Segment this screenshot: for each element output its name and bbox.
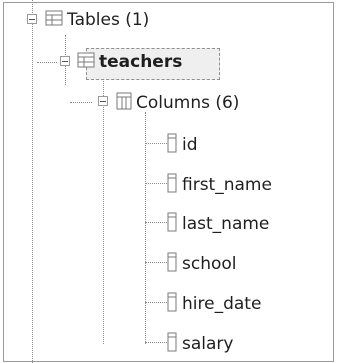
tree-guide-line [145, 183, 167, 184]
tree-node-column[interactable]: hire_date [166, 292, 261, 316]
tree-node-label: Tables (1) [67, 10, 150, 30]
tree-guide-line [145, 342, 167, 343]
collapse-teachers-toggle[interactable] [60, 56, 70, 66]
tree-guide-line [32, 0, 33, 363]
tree-node-tables[interactable]: Tables (1) [45, 10, 149, 30]
tree-node-column[interactable]: id [166, 133, 198, 157]
tree-node-column[interactable]: school [166, 252, 237, 276]
tree-guide-line [145, 302, 167, 303]
tree-node-label: school [182, 254, 237, 274]
collapse-columns-toggle[interactable] [98, 96, 108, 106]
table-icon [77, 52, 95, 72]
tree-node-label: salary [182, 334, 234, 354]
tree-node-label: hire_date [182, 294, 262, 314]
tree-guide-line [145, 222, 167, 223]
tree-guide-line [103, 72, 104, 344]
column-icon [166, 292, 178, 316]
columns-icon [116, 92, 132, 114]
column-icon [166, 133, 178, 157]
table-icon [45, 10, 63, 30]
tree-node-teachers[interactable]: teachers [77, 52, 182, 72]
tree-guide-line [37, 62, 57, 63]
tree-guide-line [145, 262, 167, 263]
tree-node-column[interactable]: salary [166, 332, 233, 356]
tree-node-label: teachers [99, 52, 183, 72]
column-icon [166, 173, 178, 197]
tree-guide-line [70, 102, 92, 103]
tree-guide-line [145, 112, 146, 344]
column-icon [166, 332, 178, 356]
tree-node-label: last_name [182, 214, 270, 234]
tree-node-label: first_name [182, 175, 272, 195]
tree-node-columns[interactable]: Columns (6) [116, 92, 239, 114]
column-icon [166, 252, 178, 276]
collapse-tables-toggle[interactable] [27, 14, 37, 24]
column-icon [166, 212, 178, 236]
tree-node-column[interactable]: last_name [166, 212, 269, 236]
tree-node-label: Columns (6) [136, 93, 240, 113]
tree-node-label: id [182, 135, 198, 155]
tree-guide-line [145, 143, 167, 144]
tree-node-column[interactable]: first_name [166, 173, 272, 197]
